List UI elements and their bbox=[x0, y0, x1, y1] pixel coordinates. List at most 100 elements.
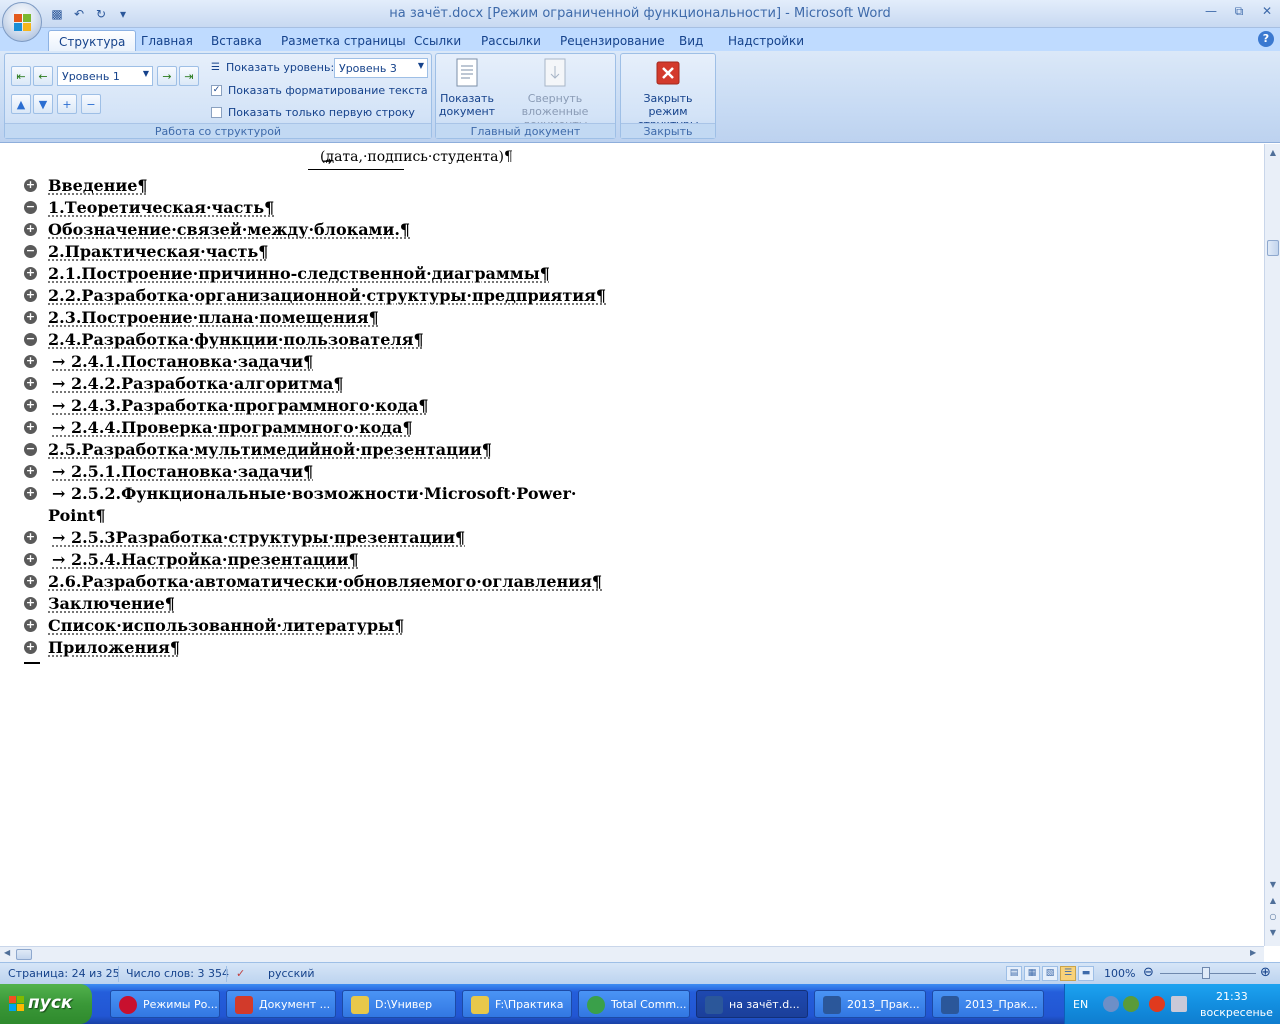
expand-symbol-icon[interactable]: + bbox=[24, 377, 37, 390]
close-icon[interactable]: ✕ bbox=[1260, 4, 1274, 19]
clock-time[interactable]: 21:33 bbox=[1216, 990, 1248, 1003]
taskbar-item-total-commander[interactable]: Total Comm... bbox=[578, 990, 690, 1018]
horizontal-scrollbar[interactable]: ◀ ▶ bbox=[0, 946, 1264, 962]
taskbar-item-word-active[interactable]: на зачёт.d... bbox=[696, 990, 808, 1018]
tab-insert[interactable]: Вставка bbox=[201, 30, 272, 52]
draft-view-icon[interactable]: ▬ bbox=[1078, 966, 1094, 981]
start-button[interactable]: пуск bbox=[0, 984, 92, 1024]
outline-item[interactable]: −2.5.Разработка·мультимедийной·презентац… bbox=[0, 439, 700, 461]
expand-symbol-icon[interactable]: + bbox=[24, 267, 37, 280]
restore-icon[interactable]: ⧉ bbox=[1232, 4, 1246, 19]
expand-symbol-icon[interactable]: + bbox=[24, 641, 37, 654]
expand-symbol-icon[interactable]: + bbox=[24, 553, 37, 566]
expand-symbol-icon[interactable]: + bbox=[24, 289, 37, 302]
full-screen-reading-view-icon[interactable]: ▦ bbox=[1024, 966, 1040, 981]
taskbar-item-folder-univer[interactable]: D:\Универ bbox=[342, 990, 456, 1018]
show-document-button[interactable]: Показать документ bbox=[438, 58, 496, 118]
outline-item[interactable]: + → 2.4.2.Разработка·алгоритма¶ bbox=[0, 373, 700, 395]
expand-symbol-icon[interactable]: + bbox=[24, 487, 37, 500]
zoom-out-icon[interactable]: ⊖ bbox=[1143, 965, 1154, 980]
previous-page-icon[interactable]: ▲ bbox=[1265, 896, 1280, 905]
expand-symbol-icon[interactable]: + bbox=[24, 531, 37, 544]
show-formatting-row[interactable]: ✓ Показать форматирование текста bbox=[211, 84, 428, 97]
outline-item[interactable]: +2.1.Построение·причинно-следственной·ди… bbox=[0, 263, 700, 285]
taskbar-item-word[interactable]: 2013_Прак... bbox=[932, 990, 1044, 1018]
show-hidden-icons-icon[interactable] bbox=[1103, 996, 1119, 1012]
move-up-icon[interactable]: ▲ bbox=[11, 94, 31, 114]
show-formatting-checkbox[interactable]: ✓ bbox=[211, 85, 222, 96]
minimize-icon[interactable]: — bbox=[1204, 4, 1218, 19]
promote-icon[interactable]: ← bbox=[33, 66, 53, 86]
outline-item[interactable]: +2.6.Разработка·автоматически·обновляемо… bbox=[0, 571, 700, 593]
demote-to-body-text-icon[interactable]: ⇥ bbox=[179, 66, 199, 86]
expand-symbol-icon[interactable]: + bbox=[24, 179, 37, 192]
first-line-only-checkbox[interactable] bbox=[211, 107, 222, 118]
outline-item[interactable]: +2.3.Построение·плана·помещения¶ bbox=[0, 307, 700, 329]
tab-mailings[interactable]: Рассылки bbox=[471, 30, 551, 52]
outline-level-select[interactable]: Уровень 1 ▼ bbox=[57, 66, 153, 86]
scroll-down-icon[interactable]: ▼ bbox=[1265, 880, 1280, 889]
zoom-slider-thumb[interactable] bbox=[1202, 967, 1210, 979]
outline-item[interactable]: +2.2.Разработка·организационной·структур… bbox=[0, 285, 700, 307]
tab-review[interactable]: Рецензирование bbox=[550, 30, 675, 52]
outline-item[interactable]: + → 2.5.3Разработка·структуры·презентации… bbox=[0, 527, 700, 549]
expand-symbol-icon[interactable]: + bbox=[24, 575, 37, 588]
close-outline-view-button[interactable]: Закрыть режим структуры bbox=[623, 58, 713, 131]
taskbar-item-folder-praktika[interactable]: F:\Практика bbox=[462, 990, 572, 1018]
outline-item[interactable]: + → 2.4.3.Разработка·программного·кода¶ bbox=[0, 395, 700, 417]
show-level-select[interactable]: Уровень 3 ▼ bbox=[334, 58, 428, 78]
outline-item[interactable]: + → 2.4.4.Проверка·программного·кода¶ bbox=[0, 417, 700, 439]
collapse-symbol-icon[interactable]: − bbox=[24, 201, 37, 214]
language-indicator[interactable]: EN bbox=[1073, 998, 1088, 1011]
outline-item-continuation[interactable]: Point¶ bbox=[0, 505, 700, 527]
word-count[interactable]: Число слов: 3 354 bbox=[126, 967, 229, 980]
collapse-symbol-icon[interactable]: − bbox=[24, 443, 37, 456]
outline-item[interactable]: + → 2.5.1.Постановка·задачи¶ bbox=[0, 461, 700, 483]
outline-item[interactable]: + Приложения¶ bbox=[0, 637, 700, 659]
outline-item[interactable]: + → 2.5.4.Настройка·презентации¶ bbox=[0, 549, 700, 571]
vertical-scroll-thumb[interactable] bbox=[1267, 240, 1279, 256]
expand-symbol-icon[interactable]: + bbox=[24, 355, 37, 368]
print-layout-view-icon[interactable]: ▤ bbox=[1006, 966, 1022, 981]
flag-icon[interactable] bbox=[1171, 996, 1187, 1012]
language-indicator[interactable]: русский bbox=[268, 967, 315, 980]
web-layout-view-icon[interactable]: ▧ bbox=[1042, 966, 1058, 981]
horizontal-scroll-thumb[interactable] bbox=[16, 949, 32, 960]
taskbar-item-word[interactable]: 2013_Прак... bbox=[814, 990, 926, 1018]
tab-references[interactable]: Ссылки bbox=[404, 30, 471, 52]
outline-item[interactable]: + Введение¶ bbox=[0, 175, 700, 197]
expand-symbol-icon[interactable]: + bbox=[24, 465, 37, 478]
outline-item[interactable]: + Список·использованной·литературы¶ bbox=[0, 615, 700, 637]
outline-item[interactable]: + → 2.4.1.Постановка·задачи¶ bbox=[0, 351, 700, 373]
browse-object-icon[interactable]: ○ bbox=[1265, 912, 1280, 921]
collapse-symbol-icon[interactable]: − bbox=[24, 245, 37, 258]
outline-item[interactable]: + Заключение¶ bbox=[0, 593, 700, 615]
expand-symbol-icon[interactable]: + bbox=[24, 597, 37, 610]
outline-item[interactable]: + Обозначение·связей·между·блоками.¶ bbox=[0, 219, 700, 241]
proofing-icon[interactable]: ✓ bbox=[236, 967, 245, 980]
tab-home[interactable]: Главная bbox=[131, 30, 203, 52]
expand-symbol-icon[interactable]: + bbox=[24, 223, 37, 236]
scroll-left-icon[interactable]: ◀ bbox=[4, 948, 10, 957]
antivirus-icon[interactable] bbox=[1149, 996, 1165, 1012]
help-icon[interactable]: ? bbox=[1258, 31, 1274, 47]
next-page-icon[interactable]: ▼ bbox=[1265, 928, 1280, 937]
zoom-level[interactable]: 100% bbox=[1104, 967, 1135, 980]
move-down-icon[interactable]: ▼ bbox=[33, 94, 53, 114]
collapse-symbol-icon[interactable]: − bbox=[24, 333, 37, 346]
demote-icon[interactable]: → bbox=[157, 66, 177, 86]
outline-item[interactable]: −1.Теоретическая·часть¶ bbox=[0, 197, 700, 219]
tab-view[interactable]: Вид bbox=[669, 30, 713, 52]
expand-symbol-icon[interactable]: + bbox=[24, 619, 37, 632]
tab-page-layout[interactable]: Разметка страницы bbox=[271, 30, 416, 52]
expand-icon[interactable]: + bbox=[57, 94, 77, 114]
scroll-up-icon[interactable]: ▲ bbox=[1265, 148, 1280, 157]
network-icon[interactable] bbox=[1123, 996, 1139, 1012]
outline-item[interactable]: −2.4.Разработка·функции·пользователя¶ bbox=[0, 329, 700, 351]
taskbar-item-opera[interactable]: Режимы Ро... bbox=[110, 990, 220, 1018]
zoom-in-icon[interactable]: ⊕ bbox=[1260, 965, 1271, 980]
outline-item[interactable]: −2.Практическая·часть¶ bbox=[0, 241, 700, 263]
collapse-icon[interactable]: − bbox=[81, 94, 101, 114]
expand-symbol-icon[interactable]: + bbox=[24, 421, 37, 434]
promote-to-heading-1-icon[interactable]: ⇤ bbox=[11, 66, 31, 86]
